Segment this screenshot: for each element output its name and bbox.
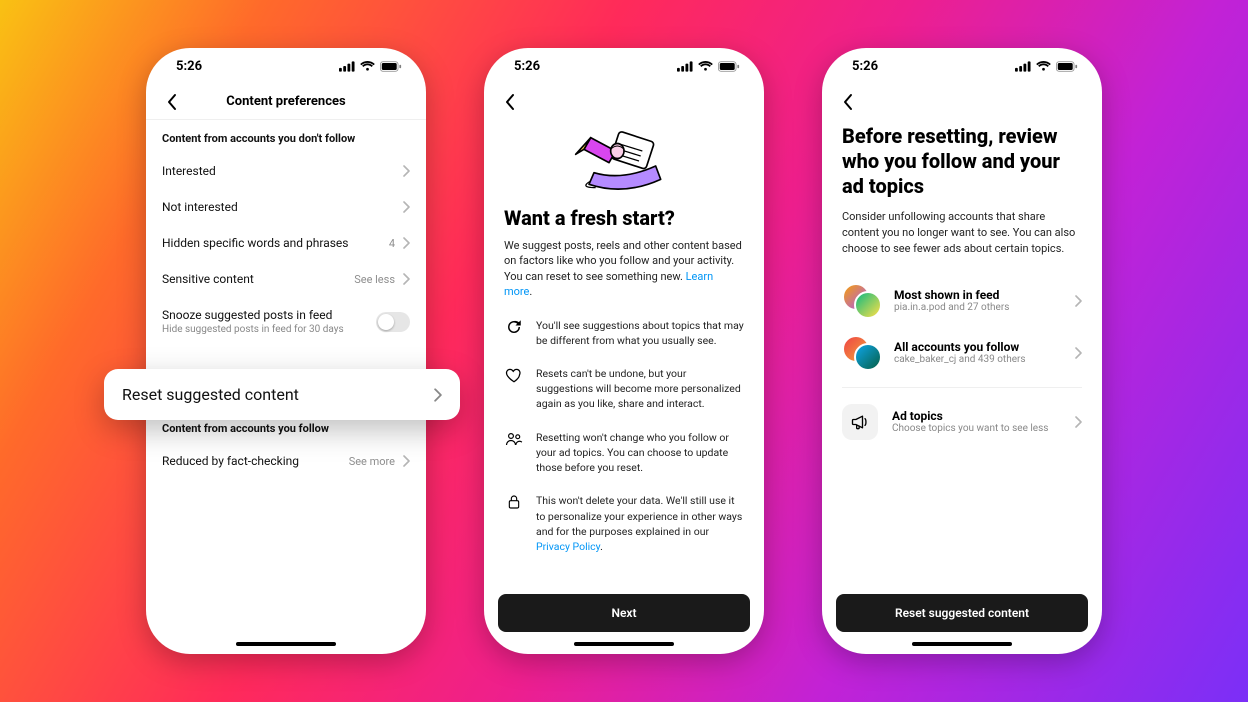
privacy-policy-link[interactable]: Privacy Policy [536,540,600,553]
row-right-text: See more [349,455,395,468]
status-bar: 5:26 [822,48,1102,84]
page-title: Before resetting, review who you follow … [842,124,1082,199]
status-bar: 5:26 [146,48,426,84]
pencil-sketch-illustration [574,126,674,196]
row-label: Snooze suggested posts in feed [162,308,344,322]
chevron-left-icon [167,93,177,111]
divider [842,387,1082,388]
back-button[interactable] [836,90,860,114]
battery-icon [380,61,402,72]
battery-icon [718,61,740,72]
people-icon [505,430,523,448]
chevron-left-icon [843,93,853,111]
section-header-nonfollow: Content from accounts you don't follow [146,120,426,153]
bullet-new-topics: You'll see suggestions about topics that… [504,318,744,348]
chevron-left-icon [505,93,515,111]
row-subtitle: cake_baker_cj and 439 others [894,354,1063,365]
chevron-right-icon [403,237,410,249]
row-ad-topics[interactable]: Ad topics Choose topics you want to see … [842,394,1082,450]
refresh-icon [505,318,523,336]
snooze-toggle[interactable] [376,312,410,332]
megaphone-icon-container [842,404,878,440]
row-sensitive-content[interactable]: Sensitive content See less [146,261,426,297]
row-desc: Hide suggested posts in feed for 30 days [162,324,344,335]
status-time: 5:26 [176,59,202,74]
phone-review-before-reset: 5:26 Before resetting, review who you fo… [822,48,1102,654]
row-subtitle: pia.in.a.pod and 27 others [894,302,1063,313]
reset-suggested-content-row[interactable]: Reset suggested content [104,369,460,420]
home-indicator [912,642,1012,646]
bullet-wont-delete: This won't delete your data. We'll still… [504,493,744,554]
avatar-stack [842,283,882,319]
cellular-icon [1015,61,1031,72]
wifi-icon [1036,61,1051,72]
row-label: Hidden specific words and phrases [162,236,349,250]
back-button[interactable] [498,90,522,114]
row-most-shown-in-feed[interactable]: Most shown in feed pia.in.a.pod and 27 o… [842,275,1082,327]
home-indicator [574,642,674,646]
megaphone-icon [850,412,870,432]
bullet-text: You'll see suggestions about topics that… [536,318,744,348]
status-icons [1015,61,1078,72]
row-title: Most shown in feed [894,288,1063,302]
row-label: Reduced by fact-checking [162,454,299,468]
avatar [854,291,882,319]
cellular-icon [339,61,355,72]
phone-content-preferences: 5:26 Content preferences Content from ac… [146,48,426,654]
row-snooze[interactable]: Snooze suggested posts in feed Hide sugg… [146,297,426,346]
status-icons [339,61,402,72]
bullet-no-follow-change: Resetting won't change who you follow or… [504,430,744,476]
row-all-accounts-you-follow[interactable]: All accounts you follow cake_baker_cj an… [842,327,1082,379]
chevron-right-icon [403,455,410,467]
back-button[interactable] [160,90,184,114]
chevron-right-icon [403,273,410,285]
status-time: 5:26 [852,59,878,74]
chevron-right-icon [403,165,410,177]
wifi-icon [698,61,713,72]
row-not-interested[interactable]: Not interested [146,189,426,225]
chevron-right-icon [434,388,442,402]
phone-fresh-start: 5:26 Want a fresh sta [484,48,764,654]
row-right-text: See less [354,273,395,286]
row-title: Ad topics [892,409,1061,423]
status-bar: 5:26 [484,48,764,84]
nav-bar [822,84,1102,120]
row-label: Reset suggested content [122,385,299,404]
row-reduced-fact-checking[interactable]: Reduced by fact-checking See more [146,443,426,479]
wifi-icon [360,61,375,72]
nav-bar: Content preferences [146,84,426,120]
row-hidden-words[interactable]: Hidden specific words and phrases 4 [146,225,426,261]
row-label: Not interested [162,200,238,214]
status-time: 5:26 [514,59,540,74]
row-interested[interactable]: Interested [146,153,426,189]
row-count: 4 [389,237,395,250]
page-description: Consider unfollowing accounts that share… [842,209,1082,257]
next-button[interactable]: Next [498,594,750,632]
battery-icon [1056,61,1078,72]
page-title: Content preferences [146,94,426,109]
bullet-cant-undo: Resets can't be undone, but your suggest… [504,366,744,412]
bullet-text: Resets can't be undone, but your suggest… [536,366,744,412]
chevron-right-icon [1075,347,1082,359]
reset-suggested-content-button[interactable]: Reset suggested content [836,594,1088,632]
page-description: We suggest posts, reels and other conten… [504,238,744,300]
status-icons [677,61,740,72]
chevron-right-icon [1075,295,1082,307]
home-indicator [236,642,336,646]
nav-bar [484,84,764,120]
avatar-stack [842,335,882,371]
page-title: Want a fresh start? [504,206,744,230]
row-label: Interested [162,164,216,178]
row-label: Sensitive content [162,272,254,286]
chevron-right-icon [1075,416,1082,428]
row-subtitle: Choose topics you want to see less [892,423,1061,434]
avatar [854,343,882,371]
lock-icon [506,493,522,511]
row-title: All accounts you follow [894,340,1063,354]
bullet-text: This won't delete your data. We'll still… [536,493,744,554]
chevron-right-icon [403,201,410,213]
cellular-icon [677,61,693,72]
bullet-text: Resetting won't change who you follow or… [536,430,744,476]
heart-icon [505,366,523,384]
